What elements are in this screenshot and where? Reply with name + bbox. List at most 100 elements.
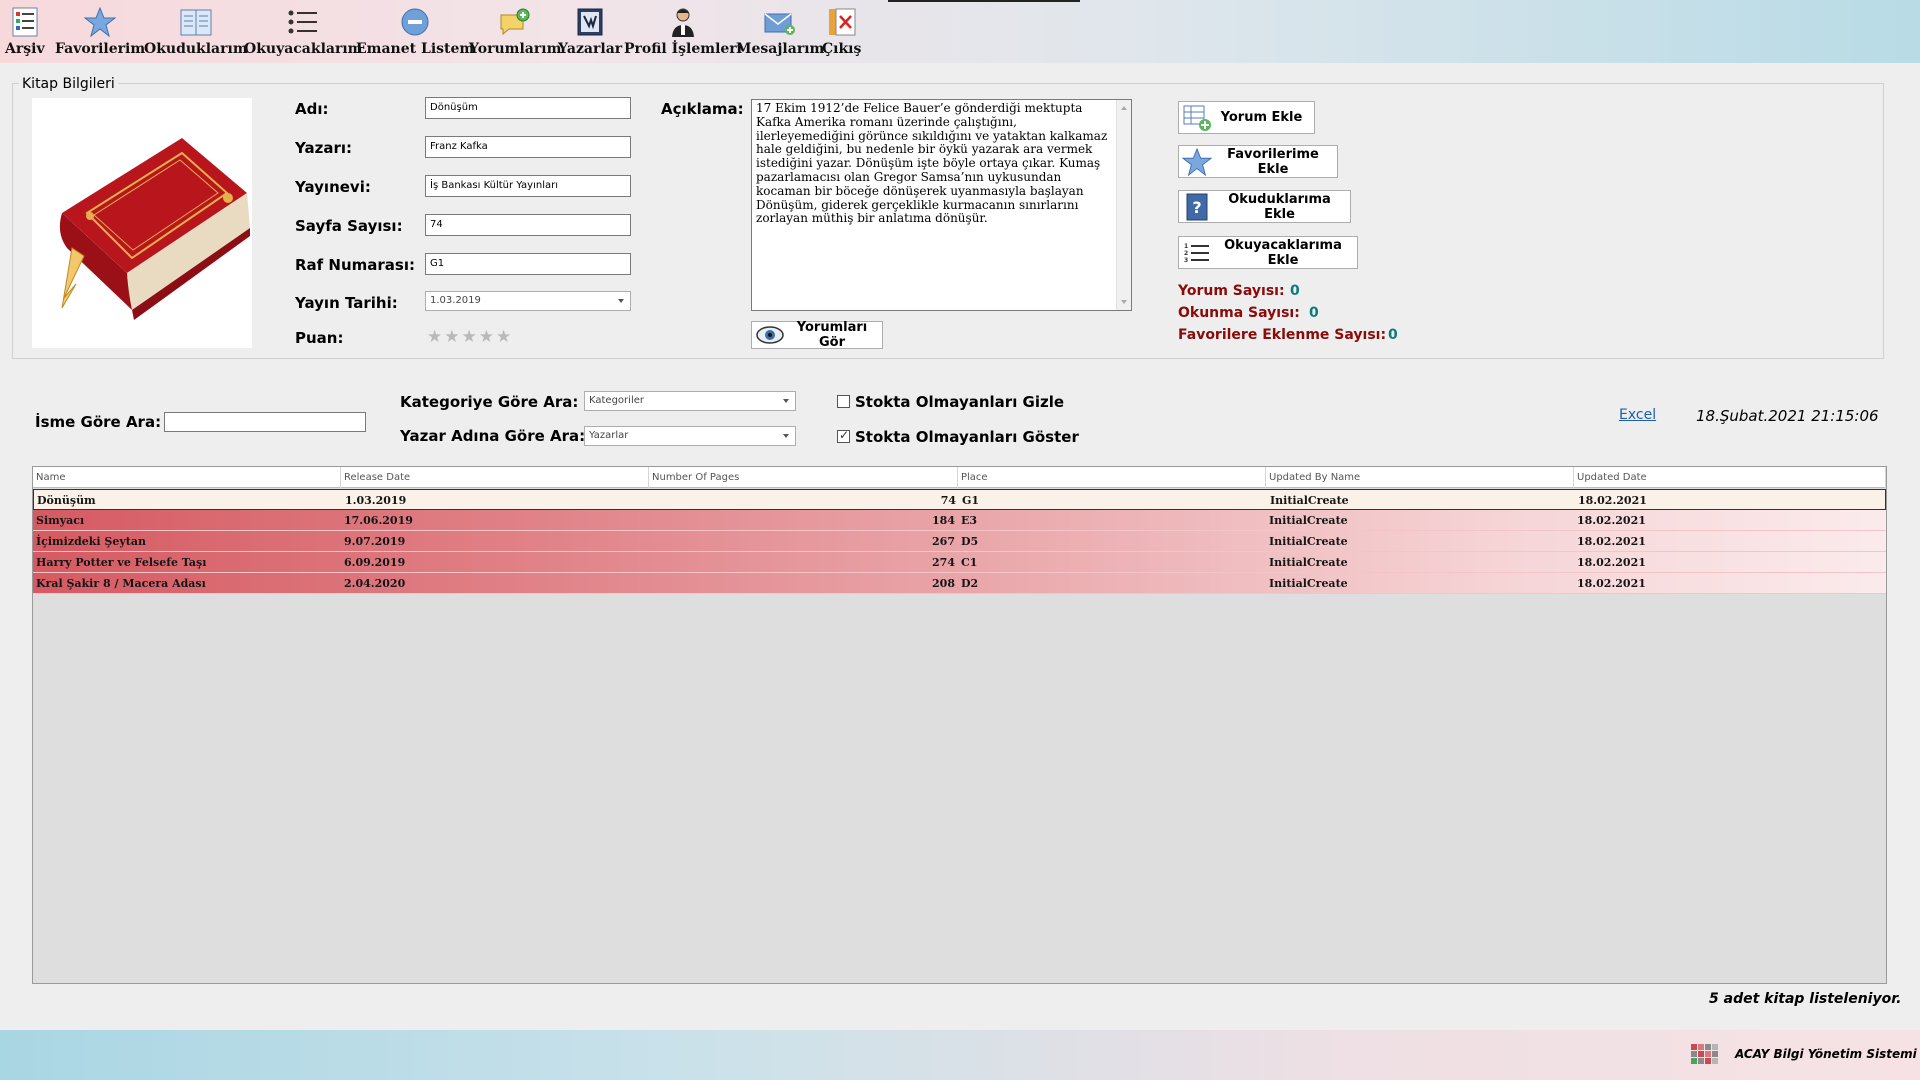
- books-grid[interactable]: Name Release Date Number Of Pages Place Upda…: [32, 466, 1887, 984]
- book-open-icon: [180, 6, 212, 38]
- add-favorite-button[interactable]: Favorilerime Ekle: [1178, 145, 1338, 178]
- search-category-label: Kategoriye Göre Ara:: [400, 393, 579, 411]
- red-book-illustration: [59, 138, 250, 320]
- excel-export-link[interactable]: Excel: [1619, 407, 1656, 423]
- table-cell: 184: [932, 514, 955, 527]
- show-out-of-stock-checkbox[interactable]: ✓: [837, 428, 850, 443]
- grid-column-header[interactable]: Number Of Pages: [649, 467, 958, 488]
- hide-out-of-stock-label: Stokta Olmayanları Gizle: [855, 393, 1065, 411]
- scroll-up-icon[interactable]: [1121, 106, 1127, 110]
- rating-star-icon[interactable]: ★: [427, 328, 442, 346]
- search-name-input[interactable]: [164, 412, 366, 432]
- table-cell: 9.07.2019: [344, 535, 406, 548]
- chevron-down-icon: [783, 399, 789, 403]
- table-add-icon: [1181, 103, 1213, 133]
- book-info-title: Kitap Bilgileri: [19, 76, 118, 92]
- toolbar-authors-button[interactable]: Yazarlar: [558, 6, 622, 58]
- book-rating-label: Puan:: [295, 329, 344, 347]
- description-scrollbar[interactable]: [1116, 100, 1131, 310]
- description-textbox[interactable]: 17 Ekim 1912’de Felice Bauer’e gönderdiğ…: [751, 99, 1132, 311]
- grid-column-header[interactable]: Release Date: [341, 467, 649, 488]
- author-dropdown[interactable]: Yazarlar: [584, 426, 796, 446]
- toolbar-archive-button[interactable]: Arşiv: [5, 6, 45, 58]
- scroll-down-icon[interactable]: [1121, 300, 1127, 304]
- grid-header: Name Release Date Number Of Pages Place Upda…: [33, 467, 1886, 488]
- category-dropdown[interactable]: Kategoriler: [584, 391, 796, 411]
- book-date-picker[interactable]: 1.03.2019: [425, 291, 631, 311]
- rating-stars[interactable]: ★ ★ ★ ★ ★: [427, 328, 511, 346]
- table-cell: 18.02.2021: [1577, 535, 1646, 548]
- view-comments-button[interactable]: Yorumları Gör: [751, 320, 883, 350]
- comment-add-icon: [499, 6, 531, 38]
- book-shelf-field[interactable]: G1: [425, 253, 631, 275]
- book-name-field[interactable]: Dönüşüm: [425, 97, 631, 119]
- book-pages-field[interactable]: 74: [425, 214, 631, 236]
- rating-star-icon[interactable]: ★: [496, 328, 511, 346]
- table-cell: InitialCreate: [1269, 577, 1348, 590]
- rating-star-icon[interactable]: ★: [462, 328, 477, 346]
- toolbar-messages-button[interactable]: Mesajlarım: [736, 6, 824, 58]
- book-cover-image: [32, 98, 252, 348]
- table-row[interactable]: İçimizdeki Şeytan 9.07.2019 267 D5 InitialCr…: [33, 531, 1886, 552]
- table-cell: 208: [932, 577, 955, 590]
- book-name-label: Adı:: [295, 100, 329, 118]
- chevron-down-icon: [618, 299, 624, 303]
- toolbar-profile-label: Profil İşlemleri: [624, 41, 743, 57]
- brand-name: ACAY Bilgi Yönetim Sistemi: [1735, 1047, 1917, 1061]
- toolbar-authors-label: Yazarlar: [558, 41, 623, 57]
- table-cell: D5: [961, 535, 979, 548]
- table-cell: G1: [962, 494, 980, 507]
- list-icon: [9, 6, 41, 38]
- rating-star-icon[interactable]: ★: [444, 328, 459, 346]
- show-out-of-stock-label: Stokta Olmayanları Göster: [855, 428, 1079, 446]
- table-row[interactable]: Dönüşüm 1.03.2019 74 G1 InitialCreate 18.02.2…: [33, 489, 1886, 510]
- status-bar: [0, 1030, 1920, 1080]
- table-cell: E3: [961, 514, 978, 527]
- toolbar-exit-button[interactable]: Çıkış: [822, 6, 861, 58]
- table-row[interactable]: Harry Potter ve Felsefe Taşı 6.09.2019 274…: [33, 552, 1886, 573]
- rating-star-icon[interactable]: ★: [479, 328, 494, 346]
- add-read-label: Okuduklarıma Ekle: [1228, 191, 1331, 222]
- toolbar-comments-label: Yorumlarım: [469, 41, 562, 57]
- category-dropdown-value: Kategoriler: [589, 395, 644, 406]
- eye-icon: [754, 320, 786, 350]
- toolbar-comments-button[interactable]: Yorumlarım: [469, 6, 561, 58]
- table-row[interactable]: Kral Şakir 8 / Macera Adası 2.04.2020 208 D…: [33, 573, 1886, 594]
- toolbar-to-read-button[interactable]: Okuyacaklarım: [244, 6, 362, 58]
- add-favorite-label: Favorilerime Ekle: [1227, 146, 1319, 177]
- svg-text:1: 1: [1184, 243, 1188, 250]
- list-count-text: 5 adet kitap listeleniyor.: [1709, 991, 1902, 1007]
- numbered-list-icon: 123: [1181, 238, 1213, 268]
- brand-logo-icon: [1691, 1044, 1718, 1064]
- add-to-read-button[interactable]: 123 Okuyacaklarıma Ekle: [1178, 236, 1358, 269]
- book-author-field[interactable]: Franz Kafka: [425, 136, 631, 158]
- toolbar-profile-button[interactable]: Profil İşlemleri: [624, 6, 742, 58]
- table-cell: 18.02.2021: [1577, 577, 1646, 590]
- table-row[interactable]: Simyacı 17.06.2019 184 E3 InitialCreate 18.02…: [33, 510, 1886, 531]
- question-book-icon: ?: [1181, 192, 1213, 222]
- table-cell: InitialCreate: [1269, 514, 1348, 527]
- add-comment-button[interactable]: Yorum Ekle: [1178, 101, 1315, 134]
- table-cell: Kral Şakir 8 / Macera Adası: [36, 577, 206, 590]
- grid-column-header[interactable]: Updated By Name: [1266, 467, 1574, 488]
- main-toolbar: Arşiv Favorilerim Okuduklarım Okuyacakla…: [0, 0, 1920, 63]
- add-to-read-label: Okuyacaklarıma Ekle: [1224, 237, 1342, 268]
- writer-icon: [574, 6, 606, 38]
- grid-column-header[interactable]: Place: [958, 467, 1266, 488]
- toolbar-read-button[interactable]: Okuduklarım: [144, 6, 248, 58]
- table-cell: D2: [961, 577, 979, 590]
- add-read-button[interactable]: ? Okuduklarıma Ekle: [1178, 190, 1351, 223]
- table-cell: 18.02.2021: [1577, 514, 1646, 527]
- add-comment-label: Yorum Ekle: [1220, 110, 1303, 125]
- show-out-of-stock-tick: ✓: [839, 428, 850, 442]
- chevron-down-icon: [783, 434, 789, 438]
- toolbar-loan-list-button[interactable]: Emanet Listem: [356, 6, 474, 58]
- table-cell: 1.03.2019: [345, 494, 407, 507]
- book-publisher-field[interactable]: İş Bankası Kültür Yayınları: [425, 175, 631, 197]
- grid-column-header[interactable]: Updated Date: [1574, 467, 1886, 488]
- grid-column-header[interactable]: Name: [33, 467, 341, 488]
- toolbar-favorites-button[interactable]: Favorilerim: [55, 6, 145, 58]
- table-cell: 18.02.2021: [1577, 556, 1646, 569]
- hide-out-of-stock-checkbox[interactable]: [837, 395, 850, 408]
- table-cell: İçimizdeki Şeytan: [36, 535, 146, 548]
